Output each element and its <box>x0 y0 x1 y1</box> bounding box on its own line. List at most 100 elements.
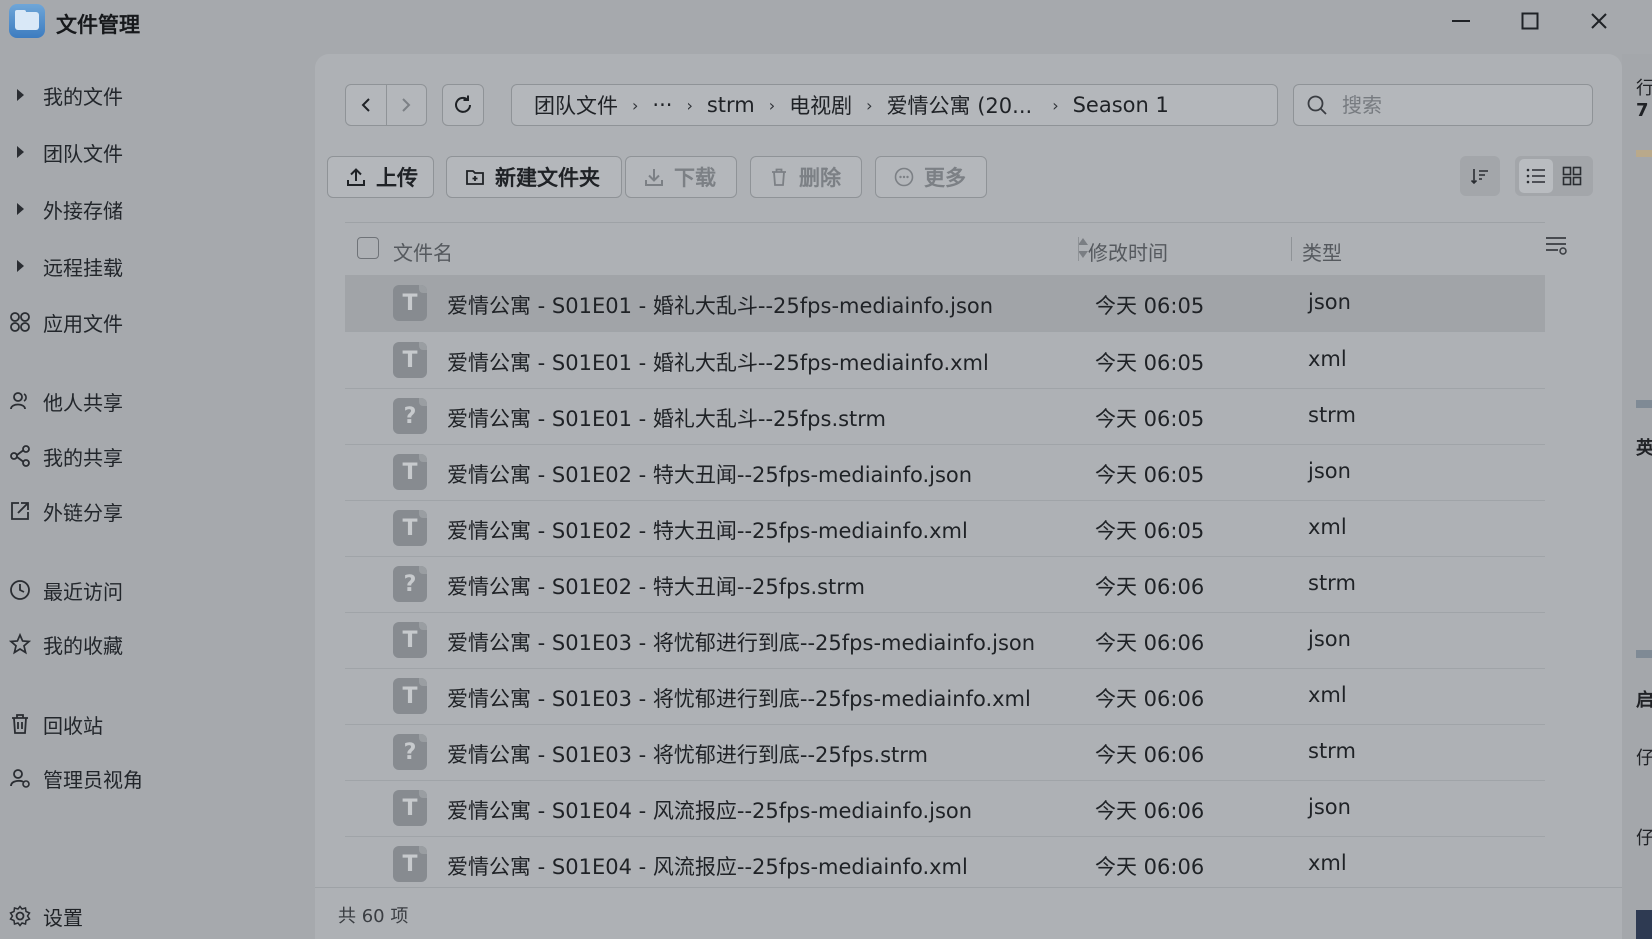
file-name: 爱情公寓 - S01E02 - 特大丑闻--25fps.strm <box>447 575 866 599</box>
upload-label: 上传 <box>376 166 418 190</box>
share-icon <box>9 445 31 467</box>
back-button[interactable] <box>346 85 386 125</box>
list-view-button[interactable] <box>1519 159 1553 193</box>
sidebar-item-label: 最近访问 <box>43 579 123 604</box>
sort-button[interactable] <box>1460 156 1500 196</box>
table-row[interactable]: T 爱情公寓 - S01E03 - 将忧郁进行到底--25fps-mediain… <box>345 668 1545 725</box>
settings-label: 设置 <box>43 905 83 930</box>
sidebar-item-label: 我的收藏 <box>43 633 123 658</box>
trash-icon <box>769 167 789 187</box>
minimize-icon <box>1452 20 1470 22</box>
table-row[interactable]: ? 爱情公寓 - S01E03 - 将忧郁进行到底--25fps.strm 今天… <box>345 724 1545 781</box>
settings-button[interactable]: 设置 <box>0 896 83 936</box>
sidebar-item-team-files[interactable]: 团队文件 <box>0 132 300 172</box>
file-modified: 今天 06:06 <box>1095 575 1205 599</box>
more-label: 更多 <box>924 166 966 190</box>
file-type: json <box>1308 627 1351 651</box>
column-header-name[interactable]: 文件名 <box>393 237 453 266</box>
users-icon <box>9 390 31 412</box>
maximize-icon <box>1521 12 1539 30</box>
breadcrumb-tv-series[interactable]: 电视剧 <box>775 90 852 120</box>
background-window: 行 7 英 启 仔 仔 <box>1622 54 1652 939</box>
more-button[interactable]: 更多 <box>875 156 987 198</box>
breadcrumb-strm[interactable]: strm <box>693 93 755 117</box>
new-folder-button[interactable]: 新建文件夹 <box>446 156 622 198</box>
table-row[interactable]: T 爱情公寓 - S01E01 - 婚礼大乱斗--25fps-mediainfo… <box>345 275 1545 332</box>
sidebar-item-link-shares[interactable]: 外链分享 <box>0 491 300 531</box>
file-type: xml <box>1308 347 1347 371</box>
sidebar-item-shared-with-me[interactable]: 他人共享 <box>0 381 300 421</box>
refresh-button[interactable] <box>442 84 484 126</box>
sidebar-item-label: 回收站 <box>43 713 103 738</box>
delete-button[interactable]: 删除 <box>750 156 862 198</box>
breadcrumb-show[interactable]: 爱情公寓 (20... <box>873 90 1033 120</box>
file-name: 爱情公寓 - S01E02 - 特大丑闻--25fps-mediainfo.js… <box>447 463 973 487</box>
sidebar-item-external-storage[interactable]: 外接存储 <box>0 189 300 229</box>
file-type: strm <box>1308 571 1356 595</box>
file-type: xml <box>1308 515 1347 539</box>
table-row[interactable]: ? 爱情公寓 - S01E01 - 婚礼大乱斗--25fps.strm 今天 0… <box>345 388 1545 445</box>
breadcrumb-team-files[interactable]: 团队文件 <box>512 90 618 120</box>
breadcrumb-season[interactable]: Season 1 <box>1059 93 1169 117</box>
table-row[interactable]: T 爱情公寓 - S01E02 - 特大丑闻--25fps-mediainfo.… <box>345 500 1545 557</box>
table-row[interactable]: ? 爱情公寓 - S01E02 - 特大丑闻--25fps.strm 今天 06… <box>345 556 1545 613</box>
column-header-modified[interactable]: 修改时间 <box>1088 237 1168 266</box>
delete-label: 删除 <box>799 166 841 190</box>
table-row[interactable]: T 爱情公寓 - S01E03 - 将忧郁进行到底--25fps-mediain… <box>345 612 1545 669</box>
column-settings-button[interactable] <box>1545 234 1569 260</box>
text-file-icon: T <box>393 342 427 378</box>
status-bar: 共 60 项 <box>315 887 1622 939</box>
star-icon <box>9 633 31 655</box>
forward-button[interactable] <box>386 85 426 125</box>
apps-icon <box>9 311 31 333</box>
unknown-file-icon: ? <box>393 566 427 602</box>
sidebar-item-admin-view[interactable]: 管理员视角 <box>0 758 300 798</box>
table-row[interactable]: T 爱情公寓 - S01E04 - 风流报应--25fps-mediainfo.… <box>345 836 1545 892</box>
column-settings-icon <box>1546 237 1567 255</box>
file-modified: 今天 06:06 <box>1095 855 1205 879</box>
grid-view-button[interactable] <box>1555 159 1589 193</box>
sidebar-item-remote-mount[interactable]: 远程挂载 <box>0 246 300 286</box>
file-name: 爱情公寓 - S01E02 - 特大丑闻--25fps-mediainfo.xm… <box>447 519 968 543</box>
more-icon <box>894 167 914 187</box>
sidebar-item-my-shares[interactable]: 我的共享 <box>0 436 300 476</box>
download-icon <box>644 167 664 187</box>
breadcrumb-ellipsis[interactable]: ··· <box>638 93 672 117</box>
view-mode-toggle <box>1515 156 1593 196</box>
select-all-checkbox[interactable] <box>357 237 379 259</box>
background-text: 英 <box>1636 438 1652 459</box>
text-file-icon: T <box>393 846 427 882</box>
maximize-button[interactable] <box>1510 6 1550 36</box>
text-file-icon: T <box>393 510 427 546</box>
grid-icon <box>1562 166 1582 186</box>
sidebar-item-label: 远程挂载 <box>43 255 123 280</box>
table-row[interactable]: T 爱情公寓 - S01E02 - 特大丑闻--25fps-mediainfo.… <box>345 444 1545 501</box>
caret-right-icon <box>9 255 31 277</box>
item-count: 共 60 项 <box>338 906 409 927</box>
table-row[interactable]: T 爱情公寓 - S01E01 - 婚礼大乱斗--25fps-mediainfo… <box>345 332 1545 389</box>
sidebar-item-my-files[interactable]: 我的文件 <box>0 75 300 115</box>
sidebar-item-recent[interactable]: 最近访问 <box>0 570 300 610</box>
search-input[interactable] <box>1340 91 1584 119</box>
minimize-button[interactable] <box>1441 6 1481 36</box>
title-bar: 文件管理 <box>0 0 1620 46</box>
file-name: 爱情公寓 - S01E01 - 婚礼大乱斗--25fps.strm <box>447 407 887 431</box>
list-icon <box>1526 168 1545 184</box>
file-name: 爱情公寓 - S01E04 - 风流报应--25fps-mediainfo.xm… <box>447 855 968 879</box>
upload-button[interactable]: 上传 <box>327 156 434 198</box>
sidebar-item-label: 我的文件 <box>43 84 123 109</box>
file-modified: 今天 06:05 <box>1095 519 1205 543</box>
new-folder-icon <box>465 167 485 187</box>
text-file-icon: T <box>393 678 427 714</box>
sidebar-item-app-files[interactable]: 应用文件 <box>0 302 300 342</box>
close-button[interactable] <box>1579 6 1619 36</box>
file-type: json <box>1308 459 1351 483</box>
file-name: 爱情公寓 - S01E03 - 将忧郁进行到底--25fps-mediainfo… <box>447 687 1031 711</box>
app-title: 文件管理 <box>56 13 140 37</box>
column-header-type[interactable]: 类型 <box>1302 237 1342 266</box>
sidebar-item-favorites[interactable]: 我的收藏 <box>0 624 300 664</box>
table-row[interactable]: T 爱情公寓 - S01E04 - 风流报应--25fps-mediainfo.… <box>345 780 1545 837</box>
download-button[interactable]: 下载 <box>625 156 737 198</box>
sidebar-item-recycle-bin[interactable]: 回收站 <box>0 704 300 744</box>
sidebar-item-label: 外接存储 <box>43 198 123 223</box>
